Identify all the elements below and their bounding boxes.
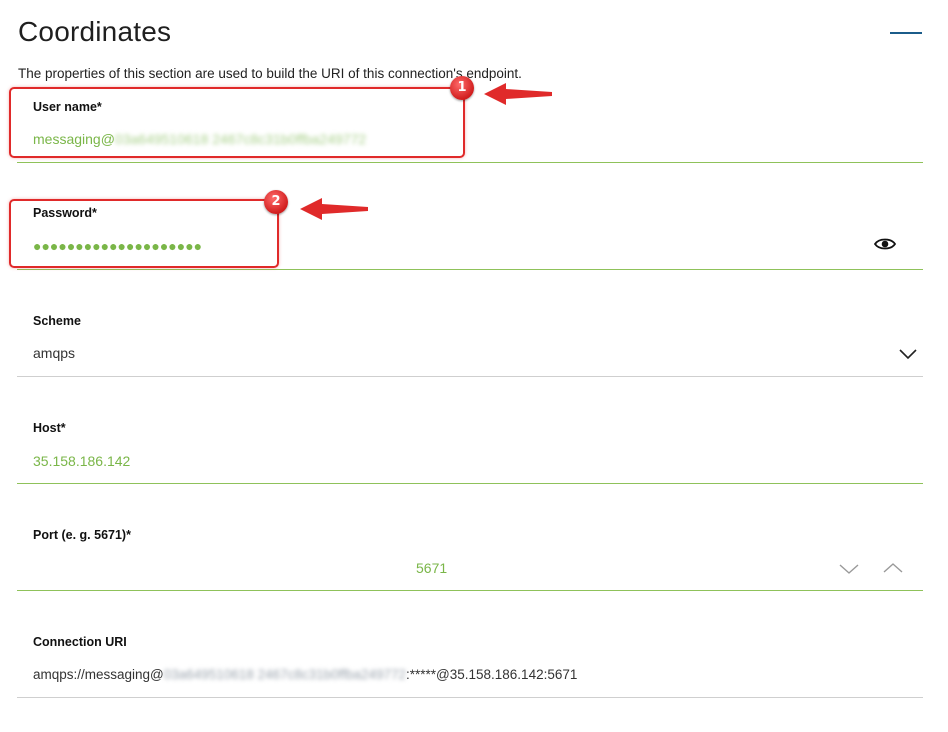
collapse-section-button[interactable] xyxy=(890,22,924,44)
port-label: Port (e. g. 5671)* xyxy=(33,528,131,542)
connection-uri-field: Connection URI amqps://messaging@03a6495… xyxy=(17,624,923,698)
chevron-down-icon[interactable] xyxy=(899,347,917,365)
annotation-highlight-box-1 xyxy=(9,87,465,158)
scheme-label: Scheme xyxy=(33,314,81,328)
host-input[interactable]: 35.158.186.142 xyxy=(33,453,130,469)
annotation-arrow-2-icon xyxy=(300,198,368,220)
annotation-badge-2: 2 xyxy=(264,190,288,214)
port-input[interactable]: 5671 xyxy=(416,560,447,576)
connection-uri-redacted: 03a649510618 2467c8c31b0ffba249772 xyxy=(163,667,407,682)
minus-icon xyxy=(890,32,922,34)
host-label: Host* xyxy=(33,421,66,435)
connection-uri-suffix: :*****@35.158.186.142:5671 xyxy=(406,667,578,682)
section-description: The properties of this section are used … xyxy=(18,66,522,81)
annotation-arrow-1-icon xyxy=(484,83,552,105)
section-title: Coordinates xyxy=(18,16,172,47)
password-underline xyxy=(17,269,923,270)
connection-uri-underline xyxy=(17,697,923,698)
user-name-underline xyxy=(17,162,923,163)
connection-uri-value: amqps://messaging@03a649510618 2467c8c31… xyxy=(33,667,577,682)
port-field[interactable]: Port (e. g. 5671)* 5671 xyxy=(17,517,923,591)
scheme-underline xyxy=(17,376,923,377)
host-underline xyxy=(17,483,923,484)
host-field[interactable]: Host* 35.158.186.142 xyxy=(17,410,923,484)
eye-icon[interactable] xyxy=(873,236,897,257)
connection-uri-label: Connection URI xyxy=(33,635,127,649)
port-underline xyxy=(17,590,923,591)
scheme-select-value[interactable]: amqps xyxy=(33,345,75,361)
scheme-field[interactable]: Scheme amqps xyxy=(17,303,923,377)
annotation-badge-1: 1 xyxy=(450,76,474,100)
connection-uri-prefix: amqps://messaging@ xyxy=(33,667,164,682)
port-decrement-chevron-down-icon[interactable] xyxy=(839,562,859,580)
port-increment-chevron-up-icon[interactable] xyxy=(883,561,903,579)
annotation-highlight-box-2 xyxy=(9,199,279,268)
